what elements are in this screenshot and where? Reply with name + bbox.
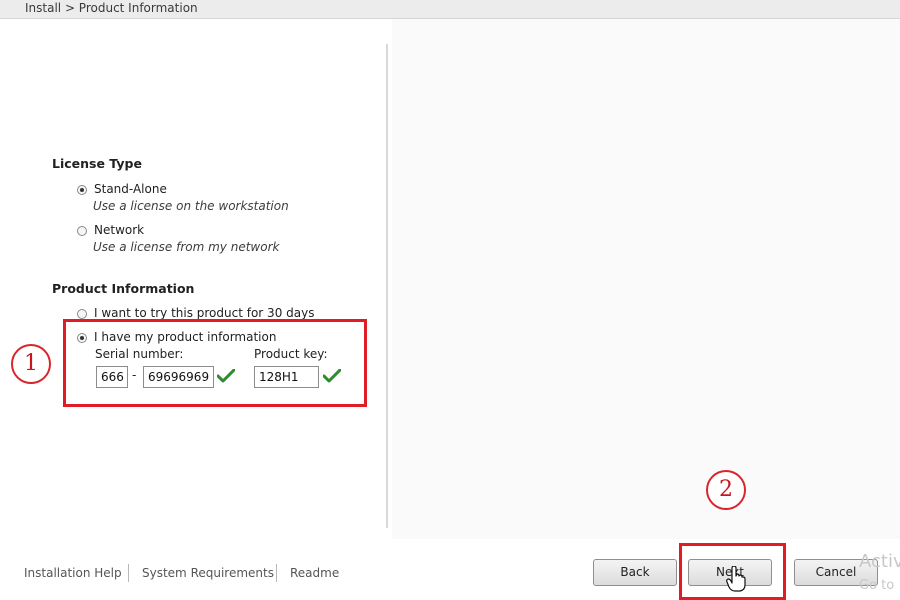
step-2-marker: 2	[706, 470, 746, 510]
footer-separator	[128, 564, 129, 582]
footer-separator	[276, 564, 277, 582]
breadcrumb-bar: Install > Product Information	[0, 0, 900, 19]
pane-divider	[386, 44, 388, 528]
product-information-title: Product Information	[52, 281, 195, 296]
right-pane	[392, 19, 900, 539]
activation-watermark: Activ	[859, 551, 900, 572]
stand-alone-description: Use a license on the workstation	[93, 199, 289, 213]
stand-alone-radio[interactable]	[77, 185, 87, 195]
breadcrumb: Install > Product Information	[25, 1, 198, 15]
network-radio[interactable]	[77, 226, 87, 236]
license-type-title: License Type	[52, 156, 142, 171]
next-highlight-box	[679, 543, 786, 600]
product-info-highlight-box	[63, 319, 367, 407]
stand-alone-label[interactable]: Stand-Alone	[94, 182, 167, 196]
trial-label[interactable]: I want to try this product for 30 days	[94, 306, 314, 320]
activation-watermark-sub: Go to	[859, 578, 895, 593]
trial-radio[interactable]	[77, 309, 87, 319]
network-description: Use a license from my network	[93, 240, 280, 254]
back-button[interactable]: Back	[593, 559, 677, 586]
system-requirements-link[interactable]: System Requirements	[142, 566, 274, 580]
readme-link[interactable]: Readme	[290, 566, 339, 580]
installation-help-link[interactable]: Installation Help	[24, 566, 122, 580]
step-1-marker: 1	[11, 344, 51, 384]
network-label[interactable]: Network	[94, 223, 144, 237]
